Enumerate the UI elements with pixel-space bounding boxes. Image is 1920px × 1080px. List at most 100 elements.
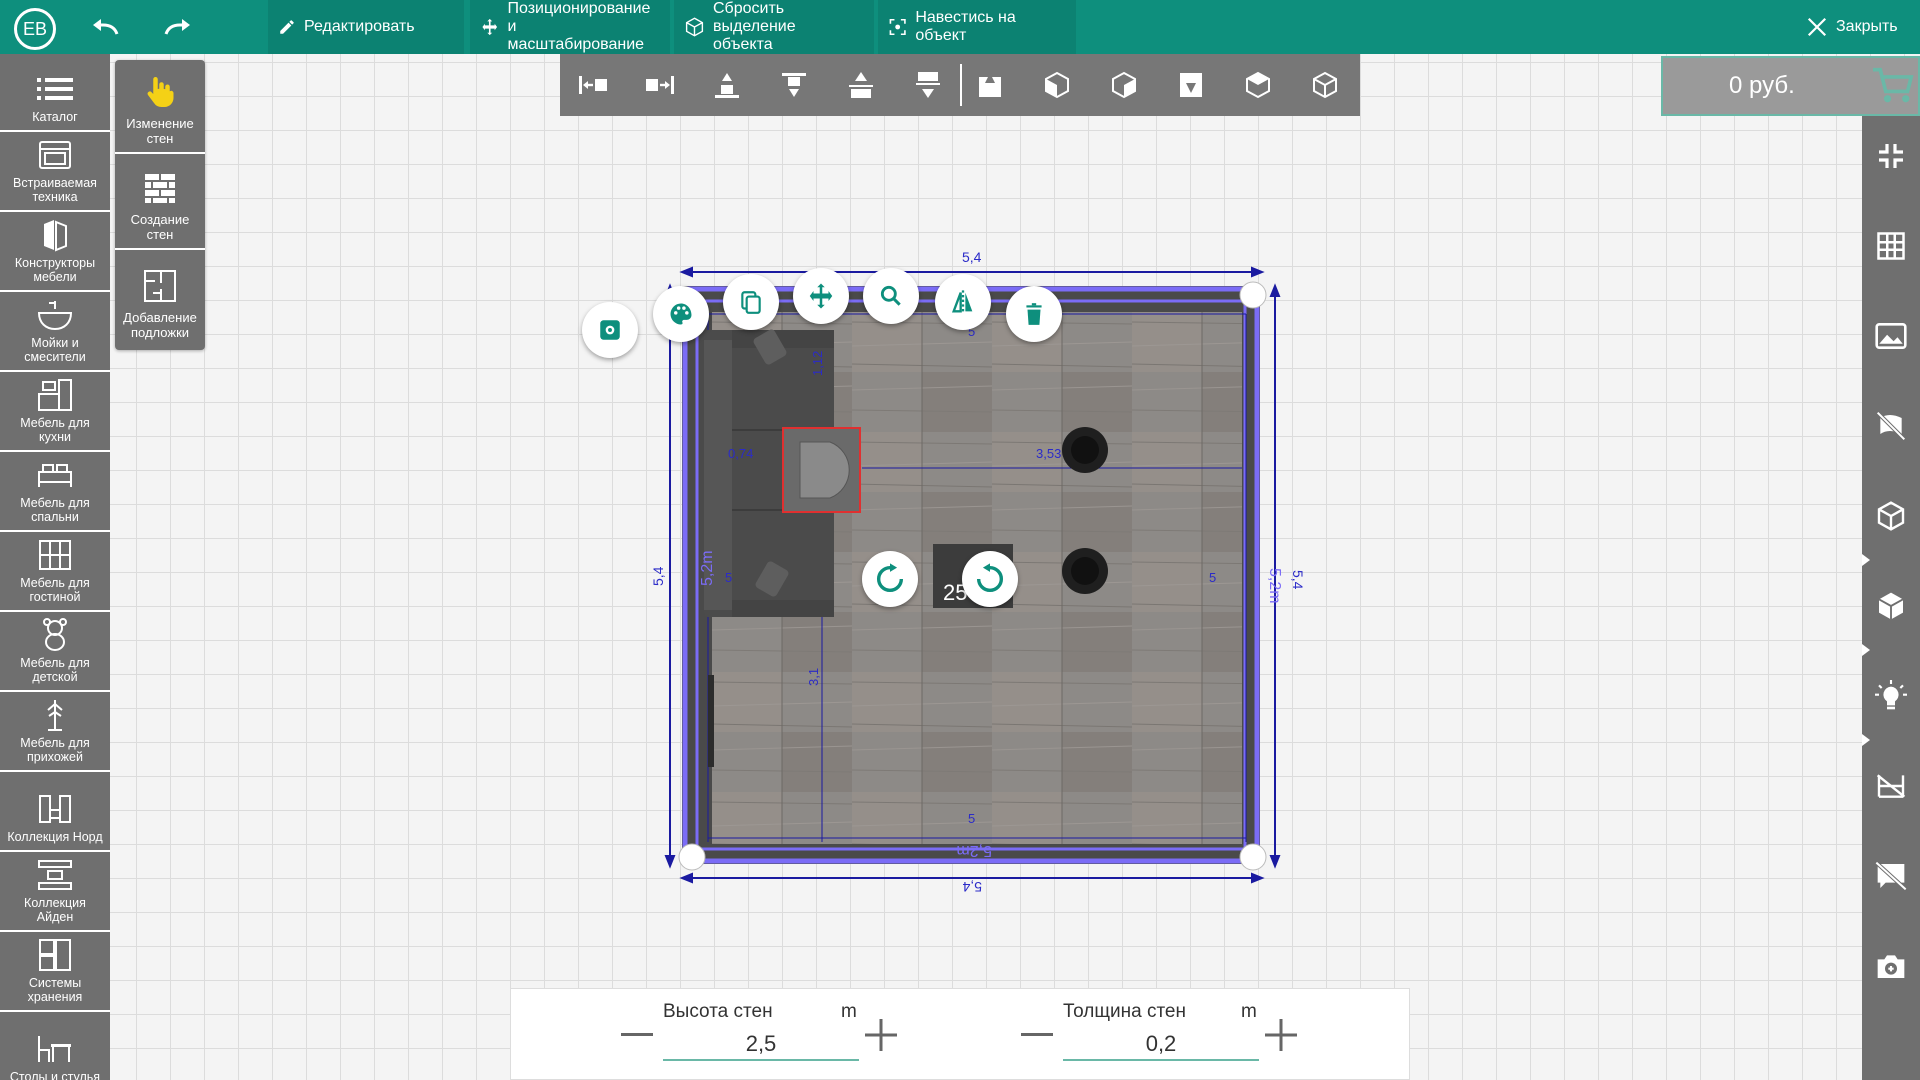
view-wireframe-button[interactable]: [1307, 67, 1343, 103]
dim-top: 5,4: [962, 249, 982, 265]
sidebar-item-kitchen[interactable]: Мебель для кухни: [0, 374, 110, 452]
rotate-cw-button[interactable]: [862, 551, 918, 607]
texture-off-icon: [1876, 411, 1906, 441]
object-settings-button[interactable]: [582, 302, 638, 358]
align-left-icon: [579, 76, 607, 94]
stack-up-button[interactable]: [843, 67, 879, 103]
align-ceiling-icon: [782, 73, 806, 97]
corner-handle-bottom-left[interactable]: [678, 843, 706, 871]
height-increase-button[interactable]: [863, 1017, 899, 1053]
object-delete-button[interactable]: [1006, 286, 1062, 342]
sidebar-item-furniture-constructors[interactable]: Конструкторы мебели: [0, 214, 110, 292]
create-walls-button[interactable]: Создание стен: [115, 156, 205, 250]
view-iso-button[interactable]: [1240, 67, 1276, 103]
brick-wall-icon: [140, 168, 180, 208]
move-icon: [482, 18, 498, 36]
wall-thickness-input[interactable]: [1063, 1029, 1259, 1061]
room-plan[interactable]: 25 5,4 5,4 5,4 5,4 5,2m 5,2m 5,2m 5 5 5: [0, 0, 1920, 1080]
rotate-ccw-button[interactable]: [962, 551, 1018, 607]
sidebar-item-aiden-collection[interactable]: Коллекция Айден: [0, 854, 110, 932]
object-mirror-button[interactable]: [935, 274, 991, 330]
toolbar-separator: [960, 64, 962, 106]
create-walls-label-2: стен: [146, 227, 174, 242]
object-color-button[interactable]: [653, 286, 709, 342]
sidebar-item-living-room[interactable]: Мебель для гостиной: [0, 534, 110, 612]
edit-button[interactable]: Редактировать: [268, 0, 464, 54]
edit-label: Редактировать: [304, 18, 415, 35]
align-left-button[interactable]: [575, 67, 611, 103]
view-front-button[interactable]: [1173, 67, 1209, 103]
add-underlay-label-1: Добавление: [123, 310, 197, 325]
3d-solid-view-button[interactable]: [1873, 588, 1909, 624]
positioning-label-1: Позиционирование и: [507, 0, 651, 35]
align-right-button[interactable]: [642, 67, 678, 103]
sidebar-item-kids-room[interactable]: Мебель для детской: [0, 614, 110, 692]
view-top-button[interactable]: [972, 67, 1008, 103]
view-front-icon: [1180, 73, 1202, 97]
dim-right: 5,4: [1290, 570, 1306, 590]
hide-labels-button[interactable]: [1873, 858, 1909, 894]
view-left-button[interactable]: [1039, 67, 1075, 103]
price-cart[interactable]: 0 руб.: [1661, 56, 1920, 116]
reset-selection-button[interactable]: Сбросить выделение объекта: [674, 0, 874, 54]
screenshot-button[interactable]: [1873, 948, 1909, 984]
thickness-decrease-button[interactable]: [1019, 1017, 1055, 1053]
floor-plan-icon: [140, 266, 180, 306]
sidebar-item-label: Мебель для: [20, 656, 90, 670]
wall-height-input[interactable]: [663, 1029, 859, 1061]
sidebar-item-sinks[interactable]: Мойки и смесители: [0, 294, 110, 372]
object-zoom-button[interactable]: [863, 268, 919, 324]
align-ceiling-button[interactable]: [776, 67, 812, 103]
sidebar-item-label: Коллекция Норд: [7, 830, 103, 844]
grid-icon: [1877, 232, 1905, 260]
close-button[interactable]: Закрыть: [1796, 0, 1920, 54]
grid-toggle-button[interactable]: [1873, 228, 1909, 264]
user-avatar[interactable]: ЕВ: [14, 8, 56, 50]
3d-wire-view-button[interactable]: [1873, 498, 1909, 534]
plus-icon: [1265, 1019, 1297, 1051]
stack-down-button[interactable]: [910, 67, 946, 103]
sidebar-item-nord-collection[interactable]: Коллекция Норд: [0, 774, 110, 852]
sidebar-item-label: Мебель для: [20, 416, 90, 430]
tv-stand[interactable]: [708, 675, 714, 767]
corner-handle-top-right[interactable]: [1239, 281, 1267, 309]
sidebar-item-label: гостиной: [29, 590, 81, 604]
shelving-icon: [35, 792, 75, 826]
change-walls-button[interactable]: Изменение стен: [115, 60, 205, 154]
object-move-button[interactable]: [793, 268, 849, 324]
align-floor-icon: [715, 73, 739, 98]
lighting-button[interactable]: [1873, 678, 1909, 714]
hide-textures-button[interactable]: [1873, 408, 1909, 444]
add-underlay-button[interactable]: Добавление подложки: [115, 252, 205, 346]
sidebar-item-label: Коллекция: [24, 896, 86, 910]
corner-handle-bottom-right[interactable]: [1239, 843, 1267, 871]
redo-button[interactable]: [160, 12, 194, 42]
sidebar-item-catalog[interactable]: Каталог: [0, 54, 110, 132]
cube-icon: [685, 17, 704, 37]
sidebar-item-label: Мебель для: [20, 576, 90, 590]
sidebar-item-label: Каталог: [32, 110, 78, 124]
sidebar-item-bedroom[interactable]: Мебель для спальни: [0, 454, 110, 532]
focus-object-button[interactable]: Навестись на объект: [878, 0, 1076, 54]
height-decrease-button[interactable]: [619, 1017, 655, 1053]
sidebar-item-tables-chairs[interactable]: Столы и стулья: [0, 1014, 110, 1080]
lightbulb-icon: [1875, 680, 1907, 710]
hide-walls-button[interactable]: [1873, 768, 1909, 804]
sidebar-item-storage[interactable]: Системы хранения: [0, 934, 110, 1012]
object-duplicate-button[interactable]: [723, 274, 779, 330]
undo-icon: [93, 19, 119, 35]
coat-rack-icon: [35, 698, 75, 732]
collapse-view-button[interactable]: [1873, 138, 1909, 174]
view-right-button[interactable]: [1106, 67, 1142, 103]
thickness-increase-button[interactable]: [1263, 1017, 1299, 1053]
positioning-button[interactable]: Позиционирование и масштабирование: [470, 0, 670, 54]
sidebar-item-built-in-appliances[interactable]: Встраиваемая техника: [0, 134, 110, 212]
comment-off-icon: [1875, 861, 1907, 891]
trash-icon: [1026, 303, 1042, 325]
sidebar-item-label: Системы: [28, 976, 82, 990]
sidebar-item-hallway[interactable]: Мебель для прихожей: [0, 694, 110, 772]
align-floor-button[interactable]: [709, 67, 745, 103]
undo-button[interactable]: [89, 12, 123, 42]
image-button[interactable]: [1873, 318, 1909, 354]
thickness-label: Толщина стен: [1063, 1001, 1186, 1022]
